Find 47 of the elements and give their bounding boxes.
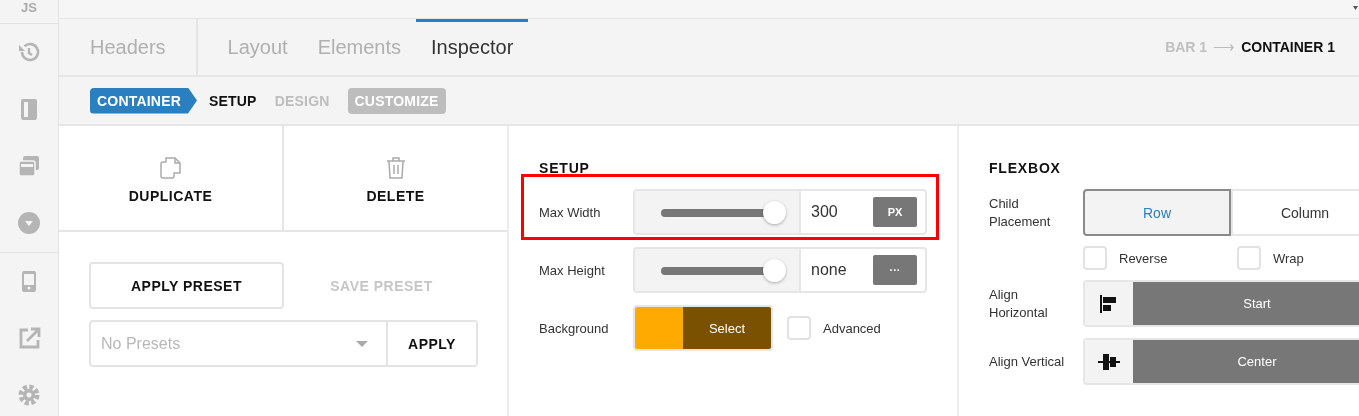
slider[interactable] [661,200,787,224]
field-label: Align Horizontal [989,285,1049,322]
align-center-icon [1098,352,1120,371]
select-label: Select [683,307,771,349]
settings-icon[interactable] [17,383,41,408]
copy-icon [159,156,182,179]
section-title: SETUP [539,160,591,176]
field-label: Align Vertical [989,352,1065,371]
checkbox-label: Advanced [823,320,881,336]
caret-icon[interactable] [1353,6,1358,10]
logo-text: JS [21,0,37,17]
checkbox[interactable] [787,316,811,340]
checkbox-label: Reverse [1119,250,1168,266]
nav-step[interactable]: SETUP [209,92,257,109]
unit-button[interactable]: PX [873,197,917,227]
breadcrumb-item: CONTAINER 1 [1241,39,1335,55]
align-selector[interactable]: Center [1083,338,1359,385]
dropdown-icon[interactable] [17,211,41,236]
segment-option[interactable]: Column [1231,189,1359,236]
checkbox-label: Wrap [1273,250,1304,266]
field-label: Child Placement [989,194,1052,231]
trash-icon [385,156,406,179]
windows-icon[interactable] [17,154,41,179]
breadcrumb-separator: ⟶ [1213,38,1236,56]
caret-icon [356,340,368,347]
segment-option[interactable]: Row [1083,189,1231,236]
apply-preset-button[interactable]: APPLY PRESET [89,262,284,309]
checkbox[interactable] [1237,246,1261,270]
field-label: Max Width [539,204,602,220]
field-label: Max Height [539,262,606,278]
field-label: Background [539,320,610,336]
external-link-icon[interactable] [17,326,41,351]
placeholder-text: No Presets [101,334,181,353]
unit-button[interactable]: ··· [873,255,917,285]
checkbox[interactable] [1083,246,1107,270]
align-value: Center [1133,340,1359,383]
slider-thumb[interactable] [763,258,786,282]
align-selector[interactable]: Start [1083,280,1359,327]
element-badge: CONTAINER [90,87,197,114]
align-left-icon [1100,294,1118,313]
slider-thumb[interactable] [763,200,786,224]
align-value: Start [1133,282,1359,325]
color-picker[interactable]: Select [633,305,773,351]
slider[interactable] [661,258,787,282]
value-text[interactable]: 300 [811,203,838,221]
section-title: FLEXBOX [989,160,1062,176]
value-text[interactable]: none [811,261,847,279]
